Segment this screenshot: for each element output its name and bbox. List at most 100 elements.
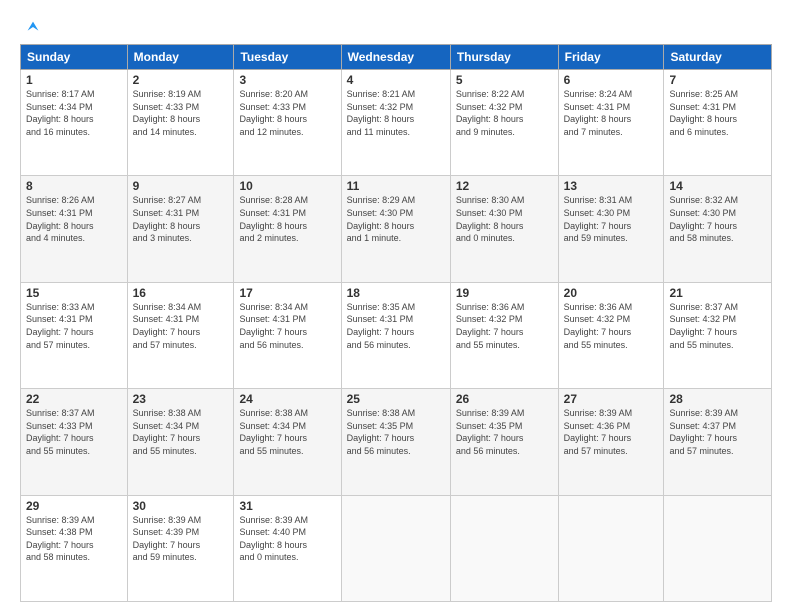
day-info: Sunrise: 8:37 AMSunset: 4:32 PMDaylight:… <box>669 301 766 351</box>
day-info: Sunrise: 8:38 AMSunset: 4:35 PMDaylight:… <box>347 407 445 457</box>
day-info: Sunrise: 8:36 AMSunset: 4:32 PMDaylight:… <box>456 301 553 351</box>
calendar-cell: 30Sunrise: 8:39 AMSunset: 4:39 PMDayligh… <box>127 495 234 601</box>
day-info: Sunrise: 8:26 AMSunset: 4:31 PMDaylight:… <box>26 194 122 244</box>
day-number: 6 <box>564 73 659 87</box>
day-number: 30 <box>133 499 229 513</box>
calendar-cell <box>450 495 558 601</box>
day-info: Sunrise: 8:39 AMSunset: 4:36 PMDaylight:… <box>564 407 659 457</box>
weekday-header-monday: Monday <box>127 45 234 70</box>
calendar-cell: 8Sunrise: 8:26 AMSunset: 4:31 PMDaylight… <box>21 176 128 282</box>
weekday-header-wednesday: Wednesday <box>341 45 450 70</box>
day-number: 21 <box>669 286 766 300</box>
day-info: Sunrise: 8:39 AMSunset: 4:37 PMDaylight:… <box>669 407 766 457</box>
day-info: Sunrise: 8:31 AMSunset: 4:30 PMDaylight:… <box>564 194 659 244</box>
day-info: Sunrise: 8:34 AMSunset: 4:31 PMDaylight:… <box>133 301 229 351</box>
day-info: Sunrise: 8:29 AMSunset: 4:30 PMDaylight:… <box>347 194 445 244</box>
calendar-cell: 28Sunrise: 8:39 AMSunset: 4:37 PMDayligh… <box>664 389 772 495</box>
calendar-cell: 19Sunrise: 8:36 AMSunset: 4:32 PMDayligh… <box>450 282 558 388</box>
day-info: Sunrise: 8:32 AMSunset: 4:30 PMDaylight:… <box>669 194 766 244</box>
day-info: Sunrise: 8:27 AMSunset: 4:31 PMDaylight:… <box>133 194 229 244</box>
calendar-cell: 5Sunrise: 8:22 AMSunset: 4:32 PMDaylight… <box>450 70 558 176</box>
weekday-header-friday: Friday <box>558 45 664 70</box>
calendar-cell <box>558 495 664 601</box>
day-number: 26 <box>456 392 553 406</box>
day-number: 5 <box>456 73 553 87</box>
day-number: 9 <box>133 179 229 193</box>
calendar-cell: 13Sunrise: 8:31 AMSunset: 4:30 PMDayligh… <box>558 176 664 282</box>
calendar-cell: 6Sunrise: 8:24 AMSunset: 4:31 PMDaylight… <box>558 70 664 176</box>
day-number: 31 <box>239 499 335 513</box>
calendar-cell: 18Sunrise: 8:35 AMSunset: 4:31 PMDayligh… <box>341 282 450 388</box>
calendar-cell <box>664 495 772 601</box>
day-info: Sunrise: 8:21 AMSunset: 4:32 PMDaylight:… <box>347 88 445 138</box>
calendar-cell: 27Sunrise: 8:39 AMSunset: 4:36 PMDayligh… <box>558 389 664 495</box>
day-number: 11 <box>347 179 445 193</box>
calendar-table: SundayMondayTuesdayWednesdayThursdayFrid… <box>20 44 772 602</box>
weekday-header-saturday: Saturday <box>664 45 772 70</box>
day-number: 13 <box>564 179 659 193</box>
day-number: 27 <box>564 392 659 406</box>
day-number: 8 <box>26 179 122 193</box>
page: SundayMondayTuesdayWednesdayThursdayFrid… <box>0 0 792 612</box>
day-info: Sunrise: 8:17 AMSunset: 4:34 PMDaylight:… <box>26 88 122 138</box>
day-info: Sunrise: 8:20 AMSunset: 4:33 PMDaylight:… <box>239 88 335 138</box>
calendar-cell: 10Sunrise: 8:28 AMSunset: 4:31 PMDayligh… <box>234 176 341 282</box>
day-info: Sunrise: 8:39 AMSunset: 4:35 PMDaylight:… <box>456 407 553 457</box>
calendar-cell: 25Sunrise: 8:38 AMSunset: 4:35 PMDayligh… <box>341 389 450 495</box>
calendar-cell: 1Sunrise: 8:17 AMSunset: 4:34 PMDaylight… <box>21 70 128 176</box>
day-number: 15 <box>26 286 122 300</box>
calendar-cell: 31Sunrise: 8:39 AMSunset: 4:40 PMDayligh… <box>234 495 341 601</box>
day-number: 2 <box>133 73 229 87</box>
calendar-cell: 29Sunrise: 8:39 AMSunset: 4:38 PMDayligh… <box>21 495 128 601</box>
day-info: Sunrise: 8:39 AMSunset: 4:39 PMDaylight:… <box>133 514 229 564</box>
calendar-cell: 7Sunrise: 8:25 AMSunset: 4:31 PMDaylight… <box>664 70 772 176</box>
weekday-header-sunday: Sunday <box>21 45 128 70</box>
day-number: 19 <box>456 286 553 300</box>
calendar-cell: 26Sunrise: 8:39 AMSunset: 4:35 PMDayligh… <box>450 389 558 495</box>
day-number: 7 <box>669 73 766 87</box>
day-info: Sunrise: 8:24 AMSunset: 4:31 PMDaylight:… <box>564 88 659 138</box>
day-info: Sunrise: 8:38 AMSunset: 4:34 PMDaylight:… <box>133 407 229 457</box>
calendar-cell: 16Sunrise: 8:34 AMSunset: 4:31 PMDayligh… <box>127 282 234 388</box>
calendar-cell: 12Sunrise: 8:30 AMSunset: 4:30 PMDayligh… <box>450 176 558 282</box>
day-number: 16 <box>133 286 229 300</box>
calendar-cell: 14Sunrise: 8:32 AMSunset: 4:30 PMDayligh… <box>664 176 772 282</box>
weekday-header-thursday: Thursday <box>450 45 558 70</box>
calendar-cell: 24Sunrise: 8:38 AMSunset: 4:34 PMDayligh… <box>234 389 341 495</box>
day-number: 10 <box>239 179 335 193</box>
day-info: Sunrise: 8:36 AMSunset: 4:32 PMDaylight:… <box>564 301 659 351</box>
day-number: 1 <box>26 73 122 87</box>
day-info: Sunrise: 8:39 AMSunset: 4:40 PMDaylight:… <box>239 514 335 564</box>
day-info: Sunrise: 8:34 AMSunset: 4:31 PMDaylight:… <box>239 301 335 351</box>
day-number: 23 <box>133 392 229 406</box>
day-info: Sunrise: 8:30 AMSunset: 4:30 PMDaylight:… <box>456 194 553 244</box>
calendar-cell: 3Sunrise: 8:20 AMSunset: 4:33 PMDaylight… <box>234 70 341 176</box>
day-info: Sunrise: 8:22 AMSunset: 4:32 PMDaylight:… <box>456 88 553 138</box>
day-number: 20 <box>564 286 659 300</box>
day-number: 29 <box>26 499 122 513</box>
day-number: 24 <box>239 392 335 406</box>
day-info: Sunrise: 8:39 AMSunset: 4:38 PMDaylight:… <box>26 514 122 564</box>
calendar-cell: 9Sunrise: 8:27 AMSunset: 4:31 PMDaylight… <box>127 176 234 282</box>
day-info: Sunrise: 8:37 AMSunset: 4:33 PMDaylight:… <box>26 407 122 457</box>
calendar-cell: 2Sunrise: 8:19 AMSunset: 4:33 PMDaylight… <box>127 70 234 176</box>
day-number: 14 <box>669 179 766 193</box>
day-info: Sunrise: 8:19 AMSunset: 4:33 PMDaylight:… <box>133 88 229 138</box>
day-number: 3 <box>239 73 335 87</box>
day-info: Sunrise: 8:35 AMSunset: 4:31 PMDaylight:… <box>347 301 445 351</box>
calendar-cell: 21Sunrise: 8:37 AMSunset: 4:32 PMDayligh… <box>664 282 772 388</box>
calendar-cell: 17Sunrise: 8:34 AMSunset: 4:31 PMDayligh… <box>234 282 341 388</box>
day-number: 4 <box>347 73 445 87</box>
day-info: Sunrise: 8:25 AMSunset: 4:31 PMDaylight:… <box>669 88 766 138</box>
calendar-cell: 11Sunrise: 8:29 AMSunset: 4:30 PMDayligh… <box>341 176 450 282</box>
logo <box>20 18 42 36</box>
day-number: 17 <box>239 286 335 300</box>
day-number: 22 <box>26 392 122 406</box>
day-info: Sunrise: 8:38 AMSunset: 4:34 PMDaylight:… <box>239 407 335 457</box>
logo-icon <box>24 18 42 36</box>
calendar-cell <box>341 495 450 601</box>
calendar-cell: 20Sunrise: 8:36 AMSunset: 4:32 PMDayligh… <box>558 282 664 388</box>
day-number: 28 <box>669 392 766 406</box>
day-number: 12 <box>456 179 553 193</box>
calendar-cell: 15Sunrise: 8:33 AMSunset: 4:31 PMDayligh… <box>21 282 128 388</box>
